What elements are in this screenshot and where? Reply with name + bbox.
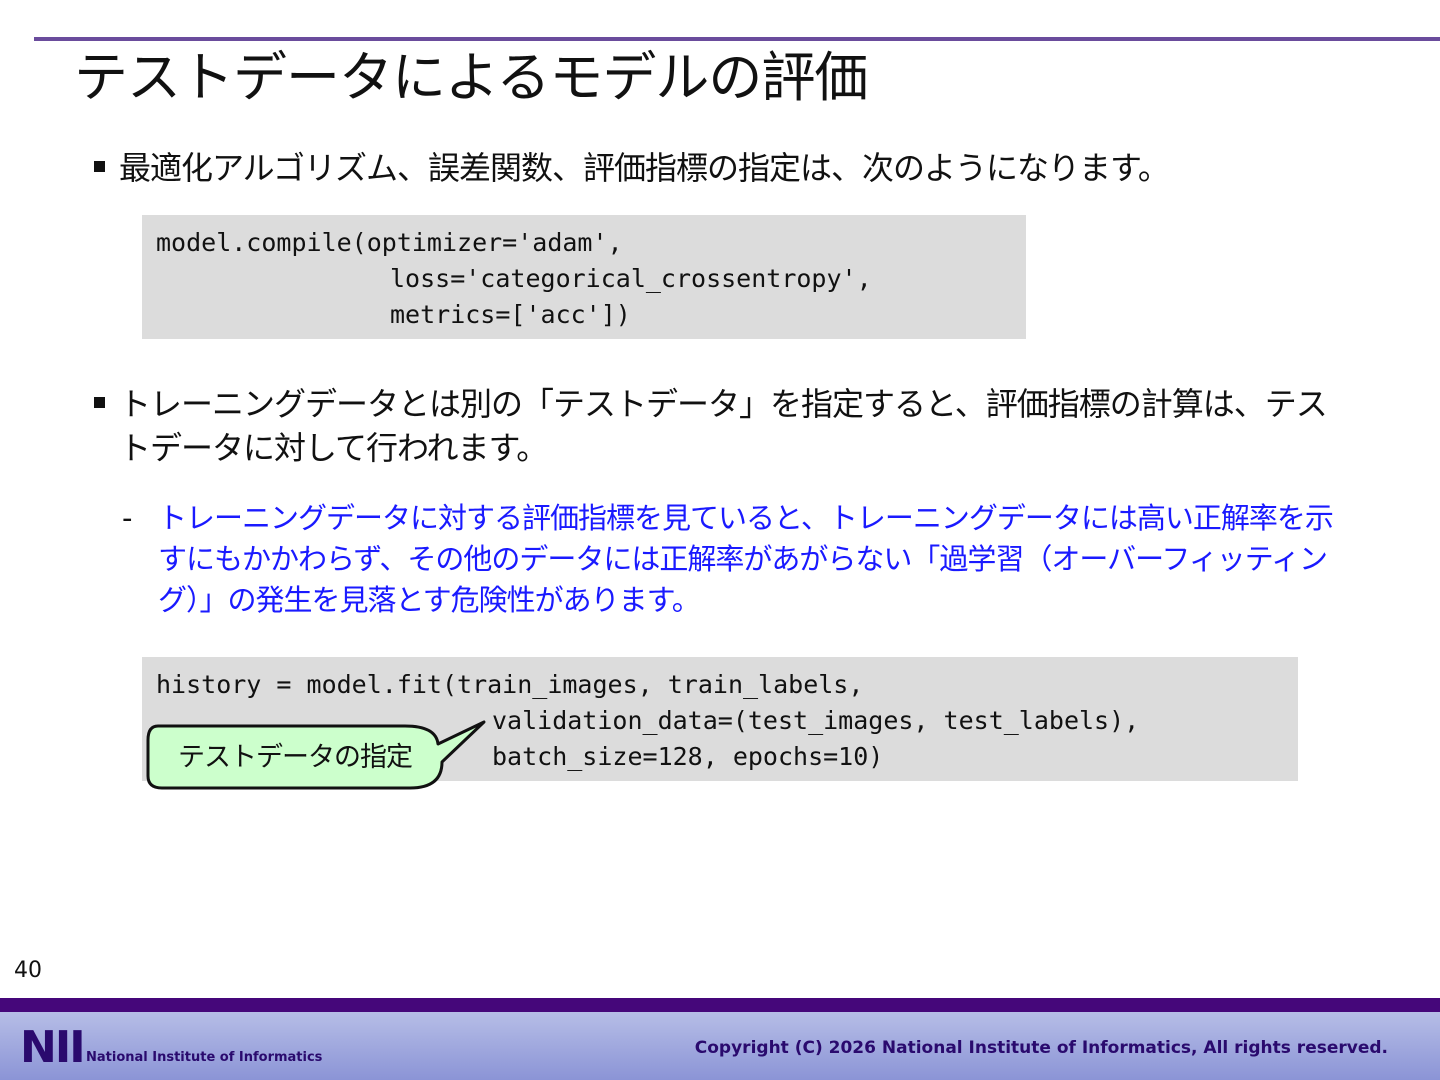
bullet-marker-icon <box>94 397 105 408</box>
footer-top-bar <box>0 998 1440 1012</box>
bullet-text: 最適化アルゴリズム、誤差関数、評価指標の指定は、次のようになります。 <box>119 149 1170 187</box>
callout-label: テストデータの指定 <box>178 742 413 773</box>
bullet-item: トレーニングデータとは別の「テストデータ」を指定すると、評価指標の計算は、テスト… <box>94 382 1354 470</box>
slide-title: テストデータによるモデルの評価 <box>74 46 868 109</box>
dash-marker: - <box>122 501 133 535</box>
code-line: model.compile(optimizer='adam', <box>156 228 623 257</box>
bullet-item: 最適化アルゴリズム、誤差関数、評価指標の指定は、次のようになります。 <box>94 146 1170 190</box>
copyright-text: Copyright (C) 2026 National Institute of… <box>694 1038 1388 1058</box>
bullet-text: トレーニングデータとは別の「テストデータ」を指定すると、評価指標の計算は、テスト… <box>119 385 1328 467</box>
nii-org-name: National Institute of Informatics <box>86 1050 323 1065</box>
code-line: history = model.fit(train_images, train_… <box>156 670 864 699</box>
sub-bullet-item: - トレーニングデータに対する評価指標を見ていると、トレーニングデータには高い正… <box>122 498 1342 621</box>
nii-logo: NII <box>20 1022 86 1073</box>
bullet-marker-icon <box>94 161 105 172</box>
sub-bullet-text: トレーニングデータに対する評価指標を見ていると、トレーニングデータには高い正解率… <box>158 501 1334 617</box>
title-rule <box>34 37 1440 41</box>
page-number: 40 <box>14 958 42 983</box>
code-line: metrics=['acc']) <box>390 300 631 329</box>
code-block-compile: model.compile(optimizer='adam', loss='ca… <box>142 215 1026 339</box>
code-line: loss='categorical_crossentropy', <box>390 264 872 293</box>
